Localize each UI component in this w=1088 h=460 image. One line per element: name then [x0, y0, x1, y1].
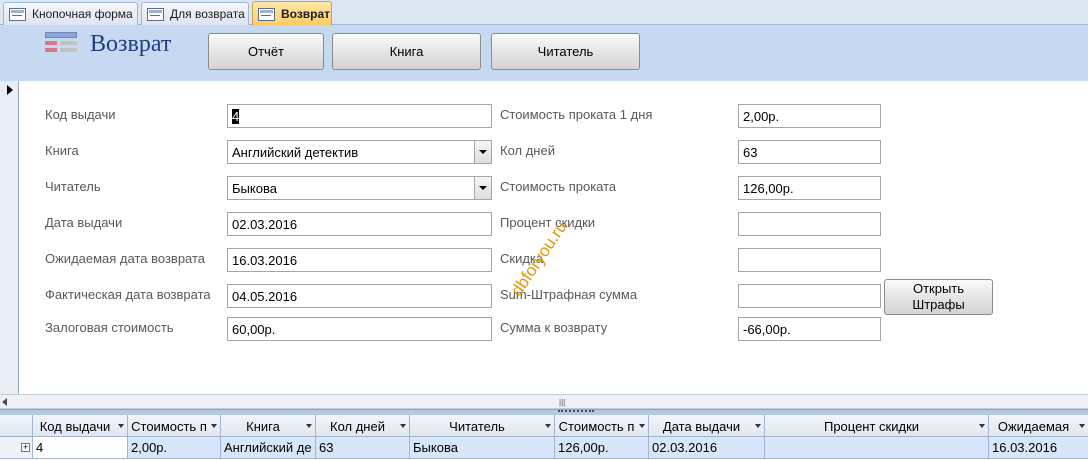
tab-label: Кнопочная форма — [32, 7, 133, 21]
chevron-down-icon[interactable] — [400, 424, 406, 428]
reader-label: Читатель — [45, 179, 101, 194]
column-header-daily-cost[interactable]: Стоимость п — [128, 415, 221, 437]
daily-rental-cost-field[interactable]: 2,00р. — [738, 104, 881, 128]
rental-cost-value: 126,00р. — [743, 180, 794, 196]
reader-button[interactable]: Читатель — [491, 33, 640, 70]
deposit-field[interactable]: 60,00р. — [227, 317, 492, 341]
expand-plus-icon[interactable]: + — [21, 443, 30, 452]
datasheet: Код выдачи Стоимость п Книга Кол дней Чи… — [0, 415, 1088, 460]
form-header: Возврат Отчёт Книга Читатель — [0, 25, 1088, 81]
report-button[interactable]: Отчёт — [208, 33, 324, 70]
tab-label: Возврат — [281, 7, 331, 21]
refund-amount-field[interactable]: -66,00р. — [738, 317, 881, 341]
open-fines-button[interactable]: Открыть Штрафы — [884, 279, 993, 315]
table-cell[interactable]: Быкова — [410, 437, 555, 459]
actual-return-date-field[interactable]: 04.05.2016 — [227, 284, 492, 308]
table-cell[interactable] — [765, 437, 989, 459]
form-icon — [45, 32, 77, 56]
actual-return-date-label: Фактическая дата возврата — [45, 287, 211, 302]
table-cell[interactable]: 126,00р. — [555, 437, 649, 459]
book-label: Книга — [45, 143, 79, 158]
table-cell[interactable]: 16.03.2016 — [989, 437, 1088, 459]
daily-rental-cost-value: 2,00р. — [743, 108, 780, 124]
table-cell[interactable]: 4 — [33, 437, 128, 459]
loan-id-label: Код выдачи — [45, 107, 116, 122]
issue-date-label: Дата выдачи — [45, 215, 123, 230]
form-title: Возврат — [90, 31, 172, 57]
rental-cost-field[interactable]: 126,00р. — [738, 176, 881, 200]
form-detail: Код выдачи Книга Читатель Дата выдачи Ож… — [20, 81, 1088, 394]
deposit-value: 60,00р. — [232, 321, 276, 337]
record-selector[interactable] — [0, 81, 19, 394]
chevron-down-icon[interactable] — [755, 424, 761, 428]
table-cell[interactable]: 63 — [316, 437, 410, 459]
form-icon — [147, 7, 164, 21]
issue-date-field[interactable]: 02.03.2016 — [227, 212, 492, 236]
scroll-left-arrow-icon[interactable] — [2, 398, 7, 406]
issue-date-value: 02.03.2016 — [232, 216, 298, 232]
table-cell[interactable]: 2,00р. — [128, 437, 221, 459]
chevron-down-icon[interactable] — [474, 141, 491, 163]
daily-rental-cost-label: Стоимость проката 1 дня — [500, 107, 653, 122]
chevron-down-icon[interactable] — [306, 424, 312, 428]
chevron-down-icon[interactable] — [979, 424, 985, 428]
chevron-down-icon[interactable] — [545, 424, 551, 428]
tab-return[interactable]: Возврат — [252, 1, 332, 26]
horizontal-scrollbar[interactable]: ||| — [0, 394, 1088, 409]
select-all-corner[interactable] — [0, 415, 33, 437]
chevron-down-icon[interactable] — [118, 424, 124, 428]
deposit-label: Залоговая стоимость — [45, 320, 174, 335]
table-cell[interactable]: Английский де — [221, 437, 316, 459]
form-icon — [9, 7, 26, 21]
days-count-label: Кол дней — [500, 143, 555, 158]
form-icon — [258, 7, 275, 21]
discount-percent-field[interactable] — [738, 212, 881, 236]
scroll-grip-icon: ||| — [559, 398, 566, 407]
record-selector-arrow-icon — [7, 85, 13, 95]
column-header-book[interactable]: Книга — [221, 415, 316, 437]
row-selector[interactable]: + — [0, 437, 33, 459]
column-header-discount-percent[interactable]: Процент скидки — [765, 415, 989, 437]
book-combobox[interactable]: Английский детектив — [227, 140, 492, 164]
document-tab-strip: Кнопочная форма Для возврата Возврат — [0, 0, 1088, 26]
refund-amount-value: -66,00р. — [743, 321, 791, 337]
chevron-down-icon[interactable] — [211, 424, 217, 428]
book-button[interactable]: Книга — [332, 33, 481, 70]
actual-return-date-value: 04.05.2016 — [232, 288, 298, 304]
tab-switchboard-form[interactable]: Кнопочная форма — [3, 2, 138, 25]
expected-return-date-value: 16.03.2016 — [232, 252, 298, 268]
column-header-issue-date[interactable]: Дата выдачи — [649, 415, 765, 437]
column-header-reader[interactable]: Читатель — [410, 415, 555, 437]
book-value: Английский детектив — [232, 144, 359, 160]
rental-cost-label: Стоимость проката — [500, 179, 617, 194]
expected-return-date-field[interactable]: 16.03.2016 — [227, 248, 492, 272]
column-header-rental-cost[interactable]: Стоимость п — [555, 415, 649, 437]
discount-field[interactable] — [738, 248, 881, 272]
reader-combobox[interactable]: Быкова — [227, 176, 492, 200]
reader-value: Быкова — [232, 180, 277, 196]
tab-for-return[interactable]: Для возврата — [141, 2, 249, 25]
expected-return-date-label: Ожидаемая дата возврата — [45, 251, 206, 266]
table-row[interactable]: + 4 2,00р. Английский де 63 Быкова 126,0… — [0, 437, 1088, 460]
tab-label: Для возврата — [170, 7, 245, 21]
column-header-expected-date[interactable]: Ожидаемая — [989, 415, 1088, 437]
days-count-field[interactable]: 63 — [738, 140, 881, 164]
refund-amount-label: Сумма к возврату — [500, 320, 608, 335]
loan-id-field[interactable]: 4 — [227, 104, 492, 128]
loan-id-value: 4 — [232, 108, 240, 124]
chevron-down-icon[interactable] — [639, 424, 645, 428]
datasheet-header: Код выдачи Стоимость п Книга Кол дней Чи… — [0, 415, 1088, 437]
open-fines-line1: Открыть — [912, 281, 965, 296]
chevron-down-icon[interactable] — [1079, 424, 1085, 428]
column-header-days-count[interactable]: Кол дней — [316, 415, 410, 437]
chevron-down-icon[interactable] — [474, 177, 491, 199]
column-header-loan-id[interactable]: Код выдачи — [33, 415, 128, 437]
fine-sum-field[interactable] — [738, 284, 881, 308]
table-cell[interactable]: 02.03.2016 — [649, 437, 765, 459]
open-fines-line2: Штрафы — [912, 297, 965, 312]
days-count-value: 63 — [743, 144, 758, 160]
access-window: Кнопочная форма Для возврата Возврат Воз… — [0, 0, 1088, 460]
